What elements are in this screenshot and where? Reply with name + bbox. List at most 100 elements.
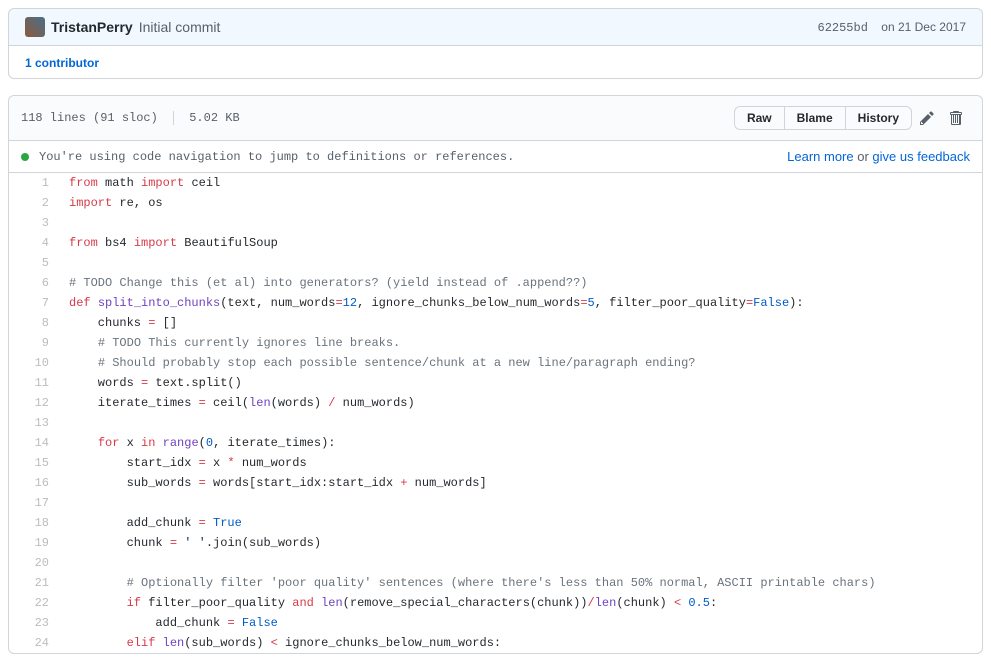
code-line[interactable]: from bs4 import BeautifulSoup	[59, 233, 982, 253]
contributors-bar: 1 contributor	[9, 45, 982, 78]
code-row: 13	[9, 413, 982, 433]
code-line[interactable]: chunks = []	[59, 313, 982, 333]
code-line[interactable]: if filter_poor_quality and len(remove_sp…	[59, 593, 982, 613]
line-number[interactable]: 7	[9, 293, 59, 313]
code-row: 12 iterate_times = ceil(len(words) / num…	[9, 393, 982, 413]
delete-icon[interactable]	[942, 104, 970, 132]
code-line[interactable]: # TODO This currently ignores line break…	[59, 333, 982, 353]
line-number[interactable]: 2	[9, 193, 59, 213]
code-row: 14 for x in range(0, iterate_times):	[9, 433, 982, 453]
code-line[interactable]	[59, 213, 982, 233]
line-number[interactable]: 9	[9, 333, 59, 353]
code-row: 3	[9, 213, 982, 233]
code-table: 1from math import ceil2import re, os34fr…	[9, 173, 982, 653]
file-box: 118 lines (91 sloc) 5.02 KB Raw Blame Hi…	[8, 95, 983, 654]
lines-count: 118 lines (91 sloc)	[21, 111, 158, 125]
or-text: or	[854, 149, 873, 164]
commit-header: TristanPerry Initial commit 62255bd on 2…	[9, 9, 982, 45]
commit-message[interactable]: Initial commit	[139, 19, 221, 35]
line-number[interactable]: 12	[9, 393, 59, 413]
code-row: 1from math import ceil	[9, 173, 982, 193]
code-row: 23 add_chunk = False	[9, 613, 982, 633]
code-line[interactable]: elif len(sub_words) < ignore_chunks_belo…	[59, 633, 982, 653]
line-number[interactable]: 10	[9, 353, 59, 373]
code-row: 18 add_chunk = True	[9, 513, 982, 533]
code-line[interactable]: def split_into_chunks(text, num_words=12…	[59, 293, 982, 313]
code-row: 19 chunk = ' '.join(sub_words)	[9, 533, 982, 553]
code-line[interactable]: words = text.split()	[59, 373, 982, 393]
code-line[interactable]	[59, 553, 982, 573]
feedback-link[interactable]: give us feedback	[872, 149, 970, 164]
line-number[interactable]: 16	[9, 473, 59, 493]
file-header: 118 lines (91 sloc) 5.02 KB Raw Blame Hi…	[9, 96, 982, 141]
line-number[interactable]: 24	[9, 633, 59, 653]
line-number[interactable]: 1	[9, 173, 59, 193]
line-number[interactable]: 5	[9, 253, 59, 273]
commit-meta: 62255bd on 21 Dec 2017	[818, 20, 967, 35]
code-line[interactable]	[59, 413, 982, 433]
line-number[interactable]: 8	[9, 313, 59, 333]
code-nav-banner: You're using code navigation to jump to …	[9, 141, 982, 173]
line-number[interactable]: 6	[9, 273, 59, 293]
line-number[interactable]: 22	[9, 593, 59, 613]
line-number[interactable]: 11	[9, 373, 59, 393]
status-dot-icon	[21, 153, 29, 161]
line-number[interactable]: 15	[9, 453, 59, 473]
line-number[interactable]: 3	[9, 213, 59, 233]
line-number[interactable]: 19	[9, 533, 59, 553]
code-row: 22 if filter_poor_quality and len(remove…	[9, 593, 982, 613]
blame-button[interactable]: Blame	[784, 106, 845, 130]
commit-date: on 21 Dec 2017	[881, 20, 966, 34]
code-line[interactable]	[59, 493, 982, 513]
edit-icon[interactable]	[912, 104, 942, 132]
contributors-link[interactable]: 1 contributor	[25, 56, 99, 70]
code-row: 20	[9, 553, 982, 573]
commit-box: TristanPerry Initial commit 62255bd on 2…	[8, 8, 983, 79]
commit-sha[interactable]: 62255bd	[818, 21, 868, 35]
line-number[interactable]: 17	[9, 493, 59, 513]
line-number[interactable]: 4	[9, 233, 59, 253]
code-row: 9 # TODO This currently ignores line bre…	[9, 333, 982, 353]
code-line[interactable]: add_chunk = False	[59, 613, 982, 633]
raw-button[interactable]: Raw	[734, 106, 784, 130]
code-line[interactable]	[59, 253, 982, 273]
code-row: 6# TODO Change this (et al) into generat…	[9, 273, 982, 293]
code-row: 4from bs4 import BeautifulSoup	[9, 233, 982, 253]
code-row: 17	[9, 493, 982, 513]
author-link[interactable]: TristanPerry	[51, 19, 133, 35]
file-actions: Raw Blame History	[734, 104, 970, 132]
code-row: 15 start_idx = x * num_words	[9, 453, 982, 473]
code-nav-text: You're using code navigation to jump to …	[39, 150, 514, 164]
line-number[interactable]: 14	[9, 433, 59, 453]
code-line[interactable]: start_idx = x * num_words	[59, 453, 982, 473]
learn-more-link[interactable]: Learn more	[787, 149, 853, 164]
code-line[interactable]: import re, os	[59, 193, 982, 213]
code-row: 16 sub_words = words[start_idx:start_idx…	[9, 473, 982, 493]
code-line[interactable]: iterate_times = ceil(len(words) / num_wo…	[59, 393, 982, 413]
code-line[interactable]: chunk = ' '.join(sub_words)	[59, 533, 982, 553]
code-line[interactable]: for x in range(0, iterate_times):	[59, 433, 982, 453]
line-number[interactable]: 13	[9, 413, 59, 433]
code-row: 21 # Optionally filter 'poor quality' se…	[9, 573, 982, 593]
code-row: 7def split_into_chunks(text, num_words=1…	[9, 293, 982, 313]
code-line[interactable]: # TODO Change this (et al) into generato…	[59, 273, 982, 293]
line-number[interactable]: 20	[9, 553, 59, 573]
line-number[interactable]: 21	[9, 573, 59, 593]
code-row: 2import re, os	[9, 193, 982, 213]
file-size: 5.02 KB	[189, 111, 239, 125]
code-line[interactable]: sub_words = words[start_idx:start_idx + …	[59, 473, 982, 493]
code-row: 10 # Should probably stop each possible …	[9, 353, 982, 373]
history-button[interactable]: History	[845, 106, 912, 130]
code-line[interactable]: add_chunk = True	[59, 513, 982, 533]
button-group: Raw Blame History	[734, 106, 912, 130]
code-line[interactable]: # Should probably stop each possible sen…	[59, 353, 982, 373]
code-line[interactable]: # Optionally filter 'poor quality' sente…	[59, 573, 982, 593]
code-row: 5	[9, 253, 982, 273]
divider	[173, 111, 174, 125]
code-nav-links: Learn more or give us feedback	[787, 149, 970, 164]
line-number[interactable]: 23	[9, 613, 59, 633]
code-row: 24 elif len(sub_words) < ignore_chunks_b…	[9, 633, 982, 653]
line-number[interactable]: 18	[9, 513, 59, 533]
avatar[interactable]	[25, 17, 45, 37]
code-line[interactable]: from math import ceil	[59, 173, 982, 193]
